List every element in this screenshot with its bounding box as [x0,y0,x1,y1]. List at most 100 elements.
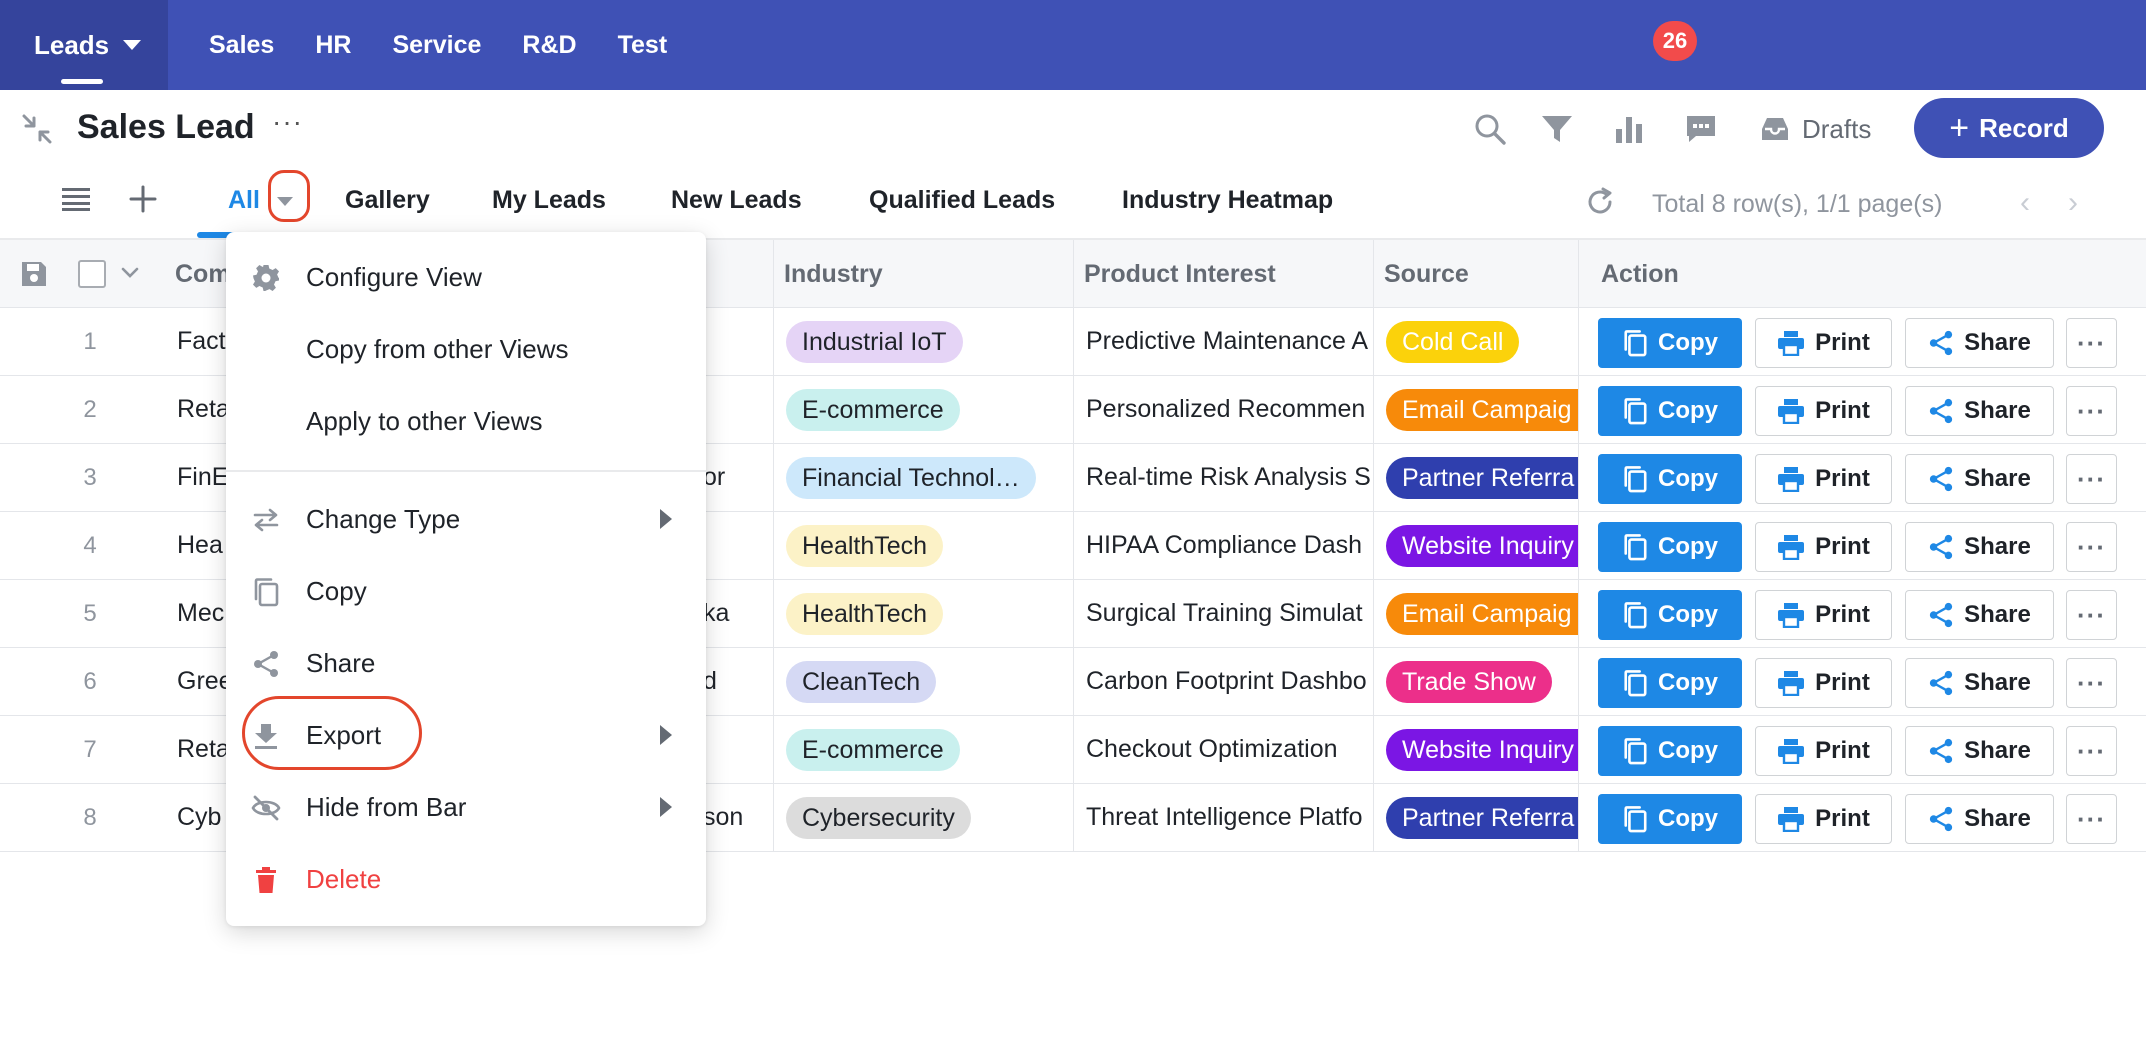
share-button[interactable]: Share [1905,386,2054,436]
copy-button[interactable]: Copy [1598,522,1742,572]
bar-chart-icon[interactable] [1610,110,1648,148]
more-actions-button[interactable]: ··· [2066,794,2117,844]
print-button[interactable]: Print [1755,522,1892,572]
source-cell[interactable]: Trade Show [1373,648,1578,715]
share-button[interactable]: Share [1905,318,2054,368]
more-actions-button[interactable]: ··· [2066,386,2117,436]
menu-item-apply-to-other-views[interactable]: Apply to other Views [226,392,706,450]
share-button[interactable]: Share [1905,794,2054,844]
source-tag: Website Inquiry [1386,524,1578,567]
drafts-button[interactable]: Drafts [1760,110,1871,148]
product-interest-cell[interactable]: Checkout Optimization [1073,716,1373,783]
print-button[interactable]: Print [1755,726,1892,776]
more-actions-button[interactable]: ··· [2066,522,2117,572]
menu-item-hide-from-bar[interactable]: Hide from Bar [226,778,706,836]
source-cell[interactable]: Email Campaig [1373,580,1578,647]
tab-new-leads[interactable]: New Leads [671,186,802,215]
chevron-down-icon[interactable] [120,266,140,285]
product-interest-cell[interactable]: Real-time Risk Analysis S [1073,444,1373,511]
select-all-checkbox[interactable] [78,260,106,288]
product-interest-cell[interactable]: Predictive Maintenance A [1073,308,1373,375]
refresh-icon[interactable] [1584,186,1616,223]
industry-cell[interactable]: Cybersecurity [773,784,1073,851]
save-icon[interactable] [20,260,48,293]
product-interest-cell[interactable]: HIPAA Compliance Dash [1073,512,1373,579]
copy-button[interactable]: Copy [1598,454,1742,504]
app-tab-hr[interactable]: HR [315,31,351,60]
more-actions-button[interactable]: ··· [2066,454,2117,504]
column-header-industry[interactable]: Industry [773,240,1073,308]
industry-cell[interactable]: CleanTech [773,648,1073,715]
industry-cell[interactable]: E-commerce [773,376,1073,443]
copy-button[interactable]: Copy [1598,726,1742,776]
print-button[interactable]: Print [1755,454,1892,504]
tab-qualified-leads[interactable]: Qualified Leads [869,186,1055,215]
product-interest-cell[interactable]: Personalized Recommen [1073,376,1373,443]
app-tab-sales[interactable]: Sales [209,31,274,60]
app-tab-leads[interactable]: Leads [0,0,168,90]
collapse-icon[interactable] [20,112,54,151]
search-icon[interactable] [1471,110,1509,148]
menu-item-copy[interactable]: Copy [226,562,706,620]
tab-industry-heatmap[interactable]: Industry Heatmap [1122,186,1333,215]
menu-item-share[interactable]: Share [226,634,706,692]
more-actions-button[interactable]: ··· [2066,318,2117,368]
view-list-icon[interactable] [60,186,92,217]
previous-page-button[interactable]: ‹ [2020,186,2030,220]
copy-button[interactable]: Copy [1598,318,1742,368]
tab-all[interactable]: All [228,186,260,215]
source-cell[interactable]: Website Inquiry [1373,512,1578,579]
tab-gallery[interactable]: Gallery [345,186,430,215]
share-button[interactable]: Share [1905,522,2054,572]
source-cell[interactable]: Partner Referra [1373,784,1578,851]
next-page-button[interactable]: › [2068,186,2078,220]
menu-item-configure-view[interactable]: Configure View [226,248,706,306]
source-cell[interactable]: Website Inquiry [1373,716,1578,783]
app-tab-service[interactable]: Service [392,31,481,60]
todo-count-badge[interactable]: 26 [1653,21,1697,61]
printer-icon [1778,739,1805,764]
app-tab-test[interactable]: Test [618,31,668,60]
product-interest-text: Personalized Recommen [1086,395,1366,423]
more-actions-button[interactable]: ··· [2066,590,2117,640]
share-button[interactable]: Share [1905,726,2054,776]
print-button[interactable]: Print [1755,590,1892,640]
copy-button[interactable]: Copy [1598,794,1742,844]
menu-item-change-type[interactable]: Change Type [226,490,706,548]
source-tag: Cold Call [1386,320,1520,363]
product-interest-cell[interactable]: Carbon Footprint Dashbo [1073,648,1373,715]
comment-icon[interactable] [1682,110,1720,148]
share-button[interactable]: Share [1905,658,2054,708]
add-view-icon[interactable] [128,184,158,219]
add-record-button[interactable]: + Record [1914,98,2104,158]
industry-cell[interactable]: HealthTech [773,512,1073,579]
filter-icon[interactable] [1538,110,1576,148]
column-header-product-interest[interactable]: Product Interest [1073,240,1373,308]
menu-item-delete[interactable]: Delete [226,850,706,908]
source-cell[interactable]: Partner Referra [1373,444,1578,511]
copy-button[interactable]: Copy [1598,590,1742,640]
industry-cell[interactable]: Financial Technol… [773,444,1073,511]
column-header-source[interactable]: Source [1373,240,1578,308]
industry-cell[interactable]: E-commerce [773,716,1073,783]
product-interest-cell[interactable]: Threat Intelligence Platfo [1073,784,1373,851]
print-button[interactable]: Print [1755,658,1892,708]
industry-cell[interactable]: Industrial IoT [773,308,1073,375]
source-cell[interactable]: Cold Call [1373,308,1578,375]
more-actions-button[interactable]: ··· [2066,726,2117,776]
more-actions-button[interactable]: ··· [2066,658,2117,708]
print-button[interactable]: Print [1755,794,1892,844]
share-button[interactable]: Share [1905,590,2054,640]
source-cell[interactable]: Email Campaig [1373,376,1578,443]
print-button[interactable]: Print [1755,318,1892,368]
industry-cell[interactable]: HealthTech [773,580,1073,647]
print-button[interactable]: Print [1755,386,1892,436]
product-interest-cell[interactable]: Surgical Training Simulat [1073,580,1373,647]
copy-button[interactable]: Copy [1598,658,1742,708]
copy-button[interactable]: Copy [1598,386,1742,436]
share-button[interactable]: Share [1905,454,2054,504]
tab-my-leads[interactable]: My Leads [492,186,606,215]
menu-item-copy-from-other-views[interactable]: Copy from other Views [226,320,706,378]
title-more-button[interactable]: ··· [272,108,303,136]
app-tab-rnd[interactable]: R&D [522,31,576,60]
